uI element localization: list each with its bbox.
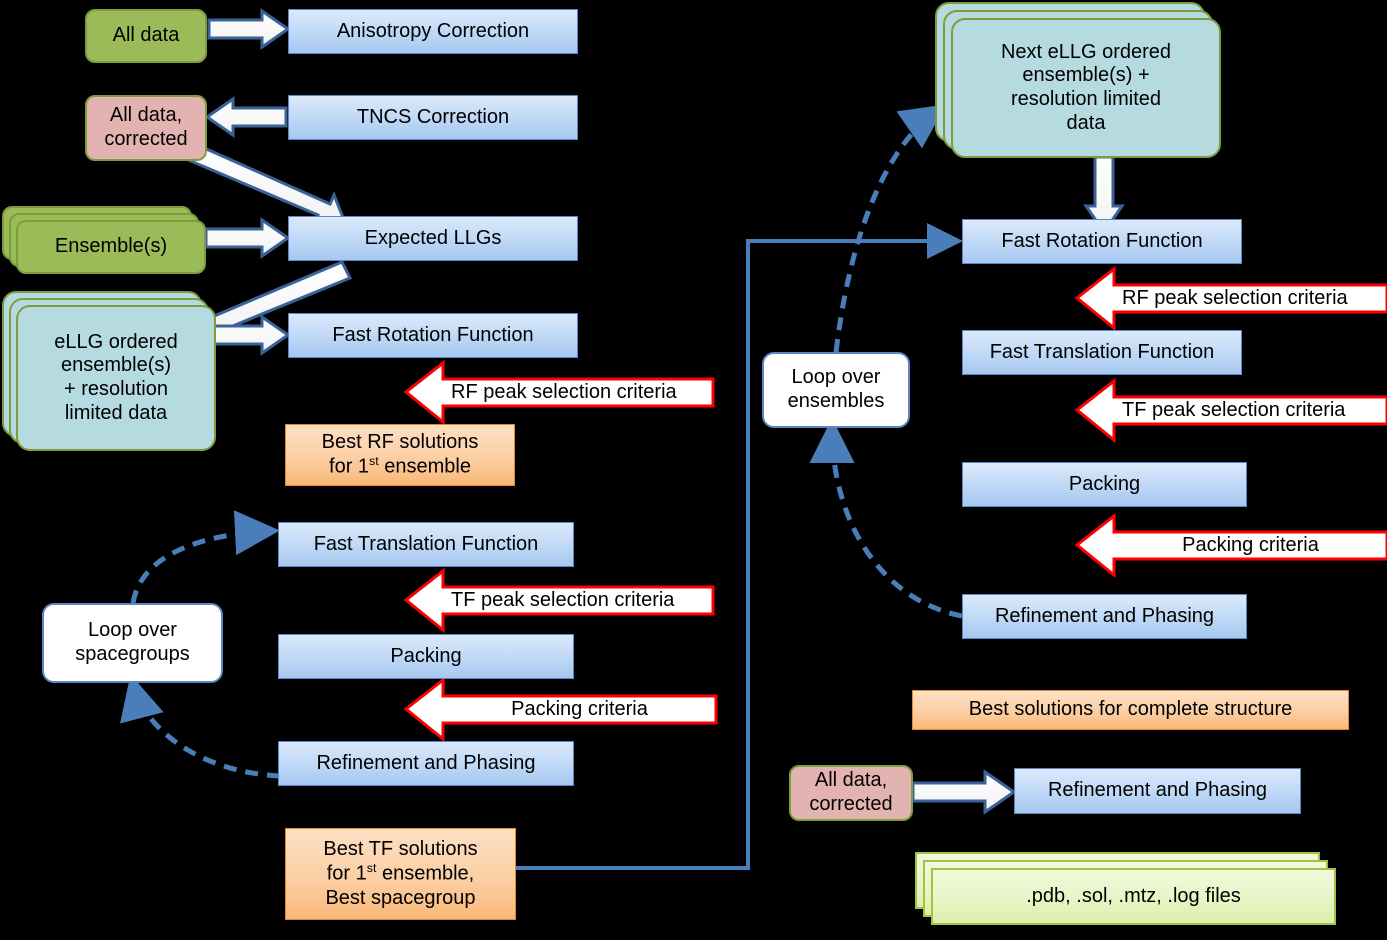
label-rf-peak-selection-criteria-right-text: RF peak selection criteria (1122, 286, 1348, 309)
node-next-ellg-ordered-line2: ensemble(s) + (1022, 64, 1150, 87)
node-fast-translation-function-left: Fast Translation Function (278, 522, 574, 567)
node-fast-rotation-function-right: Fast Rotation Function (962, 219, 1242, 264)
node-next-ellg-stack: Next eLLG ordered ensemble(s) + resoluti… (935, 2, 1221, 158)
node-ellg-ordered-line4: limited data (64, 401, 168, 424)
node-refinement-and-phasing-right-label: Refinement and Phasing (994, 604, 1215, 627)
node-packing-right-label: Packing (1068, 472, 1141, 495)
node-next-ellg-ordered-line1: Next eLLG ordered (1000, 40, 1172, 63)
arrow-alldata-to-anisotropy (207, 8, 291, 50)
arrow-ensembles-to-expectedllgs (204, 217, 291, 259)
node-final-refinement-and-phasing: Refinement and Phasing (1014, 768, 1301, 814)
node-all-data-corrected: All data, corrected (85, 95, 207, 161)
node-all-data-corrected-line2: corrected (104, 128, 188, 150)
arrow-tncs-to-alldatacorrected (204, 96, 288, 138)
node-best-rf-solutions-line1: Best RF solutions (321, 430, 479, 453)
node-loop-over-spacegroups-line2: spacegroups (75, 643, 190, 665)
node-all-data-corrected-line1: All data, (109, 104, 183, 127)
node-loop-over-spacegroups: Loop over spacegroups (42, 603, 223, 683)
node-all-data: All data (85, 9, 207, 63)
label-packing-criteria-right: Packing criteria (1114, 532, 1387, 559)
node-ellg-ordered-line1: eLLG ordered (54, 330, 178, 353)
arrow-alldatacorrected-to-expectedllgs (184, 141, 349, 227)
node-final-refinement-and-phasing-label: Refinement and Phasing (1047, 779, 1268, 802)
node-fast-rotation-function-left: Fast Rotation Function (288, 313, 578, 358)
node-fast-rotation-function-left-label: Fast Rotation Function (332, 323, 534, 346)
node-fast-translation-function-left-label: Fast Translation Function (313, 532, 539, 555)
node-best-rf-solutions: Best RF solutions for 1st ensemble (285, 424, 515, 486)
node-ensembles-stack: Ensemble(s) (2, 206, 206, 274)
node-loop-over-ensembles: Loop over ensembles (762, 352, 910, 428)
label-tf-peak-selection-criteria-right-text: TF peak selection criteria (1122, 398, 1346, 421)
node-ellg-ordered: eLLG ordered ensemble(s) + resolution li… (16, 305, 216, 451)
node-tncs-correction-label: TNCS Correction (356, 105, 510, 128)
node-loop-over-ensembles-line2: ensembles (787, 390, 885, 412)
node-ellg-ordered-line3: + resolution (64, 378, 168, 400)
node-output-files-stack: .pdb, .sol, .mtz, .log files (915, 852, 1336, 925)
node-best-rf-solutions-line2: for 1st ensemble (329, 454, 471, 478)
node-next-ellg-ordered-line4: data (1066, 111, 1106, 134)
node-anisotropy-correction-label: Anisotropy Correction (336, 19, 530, 42)
node-loop-over-ensembles-line1: Loop over (791, 366, 881, 389)
node-next-ellg-ordered-line3: resolution limited (1010, 88, 1162, 110)
node-expected-llgs: Expected LLGs (288, 216, 578, 261)
arrow-alldatacorrected-to-final-refinement (911, 769, 1017, 815)
node-best-tf-solutions-line3: Best spacegroup (325, 886, 476, 909)
node-best-tf-solutions-line1: Best TF solutions (323, 837, 478, 860)
node-all-data-corrected-right-line1: All data, (814, 769, 888, 792)
node-packing-right: Packing (962, 462, 1247, 507)
node-packing-left: Packing (278, 634, 574, 679)
label-packing-criteria-left: Packing criteria (443, 696, 716, 723)
node-expected-llgs-label: Expected LLGs (364, 226, 502, 249)
node-refinement-and-phasing-right: Refinement and Phasing (962, 594, 1247, 639)
node-fast-translation-function-right: Fast Translation Function (962, 330, 1242, 375)
node-best-solutions-complete-structure-label: Best solutions for complete structure (968, 698, 1293, 721)
node-best-tf-solutions: Best TF solutions for 1st ensemble, Best… (285, 828, 516, 920)
label-tf-peak-selection-criteria-left-text: TF peak selection criteria (451, 588, 675, 611)
node-best-tf-solutions-line2: for 1st ensemble, (326, 861, 475, 886)
label-packing-criteria-right-text: Packing criteria (1182, 533, 1319, 556)
node-tncs-correction: TNCS Correction (288, 95, 578, 140)
node-loop-over-spacegroups-line1: Loop over (88, 619, 177, 642)
flowchart-canvas: All data Anisotropy Correction TNCS Corr… (0, 0, 1387, 940)
node-output-files-label: .pdb, .sol, .mtz, .log files (1026, 884, 1241, 907)
node-ensembles-label: Ensemble(s) (54, 235, 168, 258)
node-all-data-corrected-right: All data, corrected (789, 765, 913, 821)
node-best-solutions-complete-structure: Best solutions for complete structure (912, 690, 1349, 730)
label-packing-criteria-left-text: Packing criteria (511, 697, 648, 720)
node-fast-rotation-function-right-label: Fast Rotation Function (1001, 229, 1203, 252)
node-all-data-label: All data (112, 24, 180, 47)
node-next-ellg-ordered: Next eLLG ordered ensemble(s) + resoluti… (951, 18, 1221, 158)
node-anisotropy-correction: Anisotropy Correction (288, 9, 578, 54)
node-packing-left-label: Packing (390, 644, 462, 667)
node-refinement-and-phasing-left-label: Refinement and Phasing (316, 751, 536, 774)
node-all-data-corrected-right-line2: corrected (809, 793, 893, 815)
label-rf-peak-selection-criteria-left: RF peak selection criteria (443, 379, 713, 406)
label-tf-peak-selection-criteria-right: TF peak selection criteria (1114, 397, 1387, 424)
node-ensembles: Ensemble(s) (16, 220, 206, 274)
node-ellg-ordered-stack: eLLG ordered ensemble(s) + resolution li… (2, 291, 216, 451)
node-output-files: .pdb, .sol, .mtz, .log files (931, 868, 1336, 925)
node-fast-translation-function-right-label: Fast Translation Function (989, 340, 1215, 363)
label-rf-peak-selection-criteria-left-text: RF peak selection criteria (451, 380, 677, 403)
label-tf-peak-selection-criteria-left: TF peak selection criteria (443, 587, 713, 614)
node-ellg-ordered-line2: ensemble(s) (60, 354, 172, 377)
node-refinement-and-phasing-left: Refinement and Phasing (278, 741, 574, 786)
label-rf-peak-selection-criteria-right: RF peak selection criteria (1114, 285, 1387, 312)
